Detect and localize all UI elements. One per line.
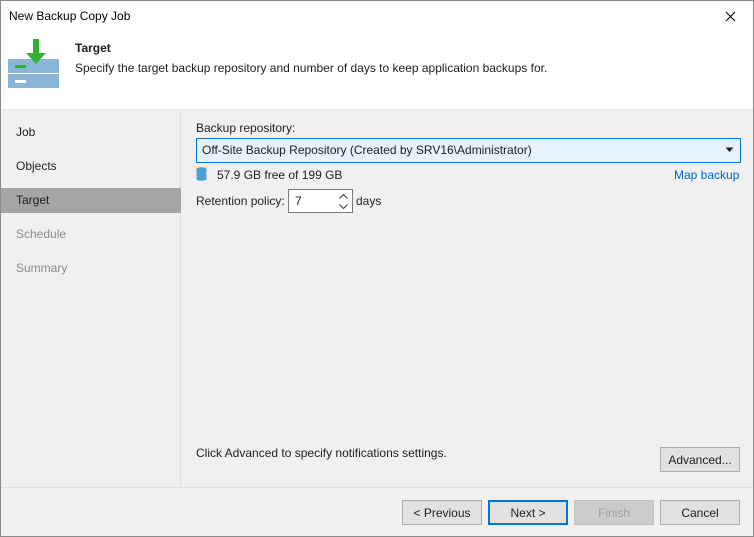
cancel-button[interactable]: Cancel (660, 500, 740, 525)
nav-item-summary: Summary (16, 261, 68, 275)
wizard-header: Target Specify the target backup reposit… (1, 31, 753, 110)
nav-item-objects[interactable]: Objects (1, 154, 181, 179)
retention-policy-value: 7 (295, 194, 302, 208)
advanced-hint-text: Click Advanced to specify notifications … (196, 446, 447, 460)
nav-item-target[interactable]: Target (1, 188, 181, 213)
retention-policy-stepper[interactable]: 7 (288, 189, 353, 213)
map-backup-link[interactable]: Map backup (674, 168, 739, 182)
title-bar: New Backup Copy Job (1, 1, 753, 31)
chevron-down-icon (725, 147, 734, 152)
finish-button: Finish (574, 500, 654, 525)
stepper-up-button[interactable] (336, 191, 350, 201)
close-icon (725, 11, 735, 21)
retention-unit-label: days (356, 194, 382, 208)
main-panel: Backup repository: Off-Site Backup Repos… (182, 111, 753, 487)
database-icon (196, 167, 207, 181)
window-title: New Backup Copy Job (9, 9, 131, 23)
header-title: Target (75, 41, 111, 55)
wizard-steps-nav: Job Objects Target Schedule Summary (1, 111, 181, 487)
close-button[interactable] (707, 1, 753, 31)
backup-repository-value: Off-Site Backup Repository (Created by S… (202, 143, 532, 157)
backup-repository-select[interactable]: Off-Site Backup Repository (Created by S… (196, 138, 741, 163)
backup-repository-label: Backup repository: (196, 121, 296, 135)
chevron-down-icon (338, 203, 348, 209)
advanced-button[interactable]: Advanced... (660, 447, 740, 472)
previous-button[interactable]: < Previous (402, 500, 482, 525)
wizard-footer: < Previous Next > Finish Cancel (1, 487, 753, 536)
next-button[interactable]: Next > (488, 500, 568, 525)
retention-policy-label: Retention policy: (196, 194, 285, 208)
chevron-up-icon (338, 193, 348, 199)
free-space-text: 57.9 GB free of 199 GB (217, 168, 343, 182)
nav-item-schedule: Schedule (16, 227, 67, 241)
header-description: Specify the target backup repository and… (75, 61, 548, 75)
stepper-down-button[interactable] (336, 201, 350, 211)
nav-item-job[interactable]: Job (1, 120, 181, 145)
backup-copy-target-icon (8, 39, 59, 88)
dialog-window: New Backup Copy Job Target Specify the t… (0, 0, 754, 537)
